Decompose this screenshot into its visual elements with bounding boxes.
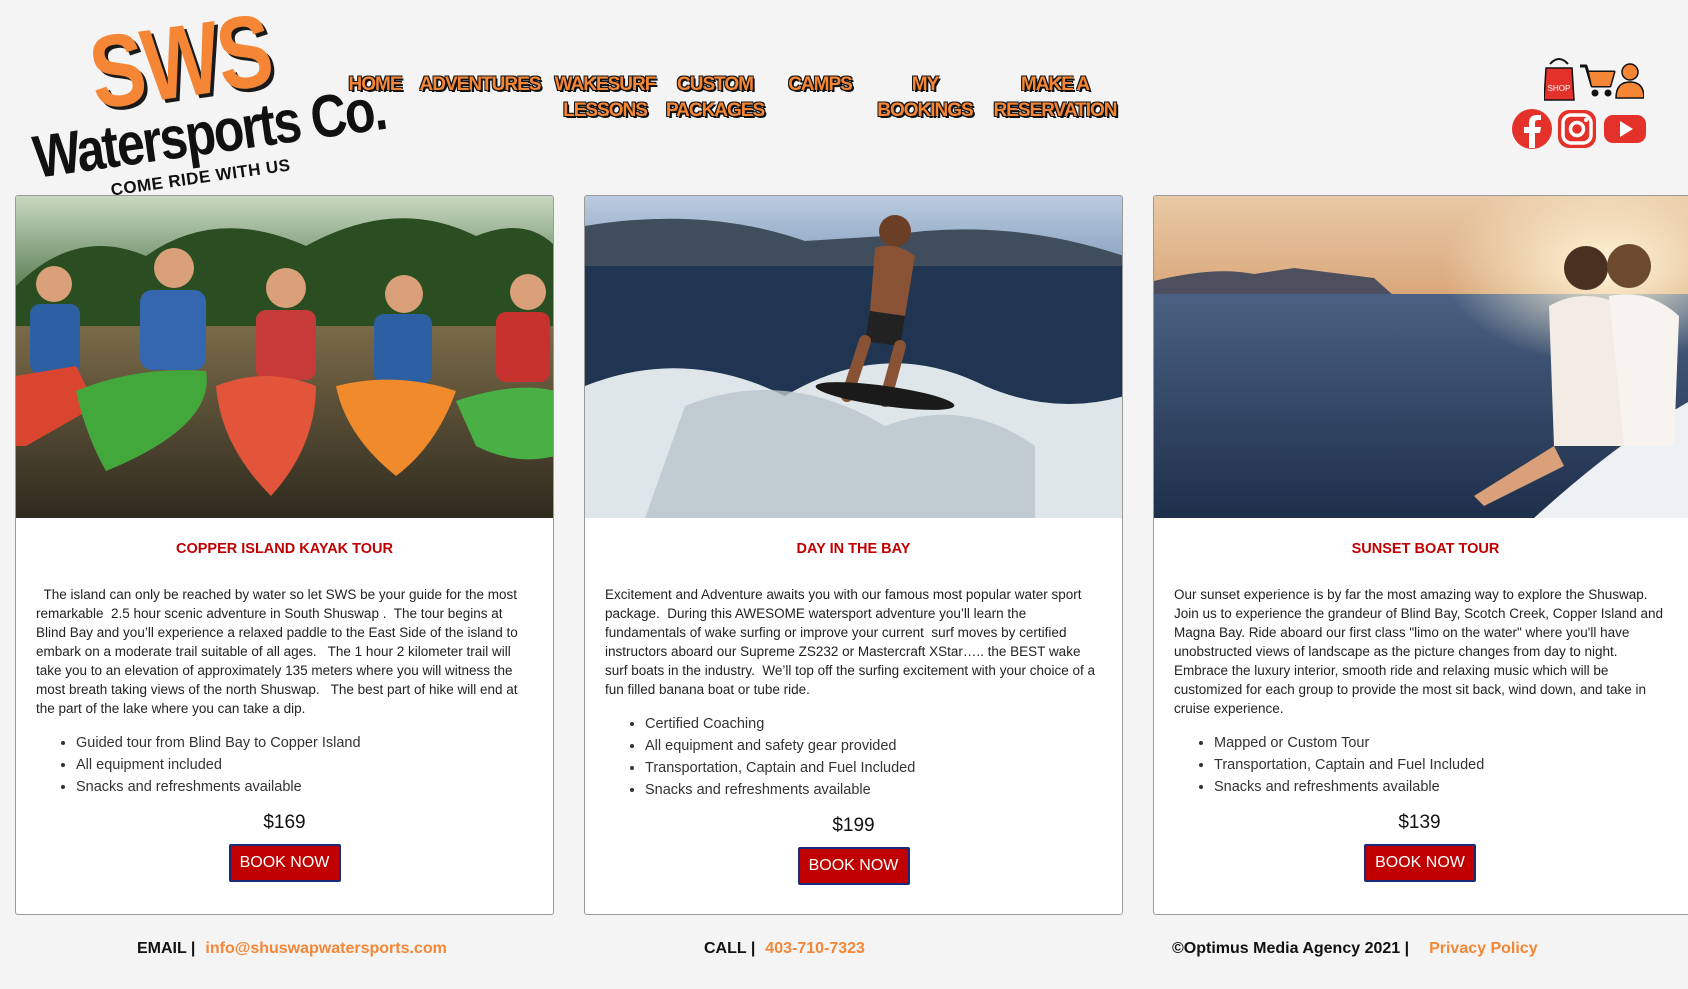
tour-card-sunset: SUNSET BOAT TOUR Our sunset experience i… [1153, 195, 1688, 915]
card-description: Excitement and Adventure awaits you with… [605, 587, 1095, 697]
card-price: $169 [263, 812, 306, 833]
header-shop-icons: SHOP [1543, 58, 1645, 102]
wakesurf-photo [585, 196, 1122, 518]
footer-copyright: ©Optimus Media Agency 2021 | Privacy Poli… [1172, 940, 1538, 958]
book-now-button[interactable]: BOOK NOW [228, 844, 341, 882]
footer-email-link[interactable]: info@shuswapwatersports.com [205, 940, 446, 957]
shop-bag-label: SHOP [1548, 84, 1571, 93]
shop-bag-icon[interactable]: SHOP [1543, 58, 1575, 101]
nav-adventures[interactable]: ADVENTURES [410, 72, 550, 124]
sunset-boat-photo [1154, 196, 1688, 518]
cart-icon[interactable] [1580, 64, 1616, 97]
privacy-policy-link[interactable]: Privacy Policy [1429, 940, 1538, 957]
account-icon[interactable] [1615, 63, 1645, 99]
card-title: DAY IN THE BAY [796, 541, 911, 557]
card-price: $139 [1398, 812, 1441, 833]
footer-copyright-text: ©Optimus Media Agency 2021 | [1172, 940, 1410, 957]
list-item: Snacks and refreshments available [1214, 776, 1688, 798]
instagram-icon[interactable] [1558, 110, 1596, 148]
card-description: Our sunset experience is by far the most… [1174, 587, 1664, 716]
book-now-button[interactable]: BOOK NOW [1364, 844, 1476, 882]
kayak-tour-photo [16, 196, 553, 518]
footer-email-label: EMAIL | [137, 940, 196, 957]
card-description: The island can only be reached by water … [36, 587, 518, 716]
nav-camps[interactable]: CAMPS [770, 72, 870, 124]
nav-make-a-reservation[interactable]: MAKE A RESERVATION [980, 72, 1130, 124]
card-feature-list: Guided tour from Blind Bay to Copper Isl… [76, 732, 553, 798]
nav-my-bookings[interactable]: MY BOOKINGS [870, 72, 980, 124]
nav-custom-packages[interactable]: CUSTOM PACKAGES [660, 72, 770, 124]
list-item: Transportation, Captain and Fuel Include… [1214, 754, 1688, 776]
footer-call-label: CALL | [704, 940, 756, 957]
nav-wakesurf-lessons[interactable]: WAKESURF LESSONS [550, 72, 660, 124]
nav-home[interactable]: HOME [340, 72, 410, 124]
list-item: Certified Coaching [645, 713, 1122, 735]
card-feature-list: Mapped or Custom Tour Transportation, Ca… [1214, 732, 1688, 798]
list-item: All equipment and safety gear provided [645, 735, 1122, 757]
footer-call: CALL | 403-710-7323 [704, 940, 865, 958]
list-item: Mapped or Custom Tour [1214, 732, 1688, 754]
social-icons [1512, 108, 1646, 150]
footer-phone-link[interactable]: 403-710-7323 [765, 940, 865, 957]
main-nav: HOME ADVENTURES WAKESURF LESSONS CUSTOM … [340, 72, 1130, 124]
facebook-icon[interactable] [1512, 109, 1552, 149]
list-item: Snacks and refreshments available [645, 779, 1122, 801]
footer-email: EMAIL | info@shuswapwatersports.com [137, 940, 447, 958]
card-feature-list: Certified Coaching All equipment and saf… [645, 713, 1122, 801]
list-item: Snacks and refreshments available [76, 776, 553, 798]
card-title: SUNSET BOAT TOUR [1351, 541, 1500, 557]
youtube-icon[interactable] [1604, 115, 1646, 143]
book-now-button[interactable]: BOOK NOW [797, 847, 910, 885]
list-item: All equipment included [76, 754, 553, 776]
card-price: $199 [832, 815, 875, 836]
site-logo[interactable]: SWS Watersports Co. COME RIDE WITH US [29, 0, 389, 200]
list-item: Guided tour from Blind Bay to Copper Isl… [76, 732, 553, 754]
tour-card-kayak: COPPER ISLAND KAYAK TOUR The island can … [15, 195, 554, 915]
tour-card-day-in-the-bay: DAY IN THE BAY Excitement and Adventure … [584, 195, 1123, 915]
list-item: Transportation, Captain and Fuel Include… [645, 757, 1122, 779]
card-title: COPPER ISLAND KAYAK TOUR [175, 541, 393, 557]
